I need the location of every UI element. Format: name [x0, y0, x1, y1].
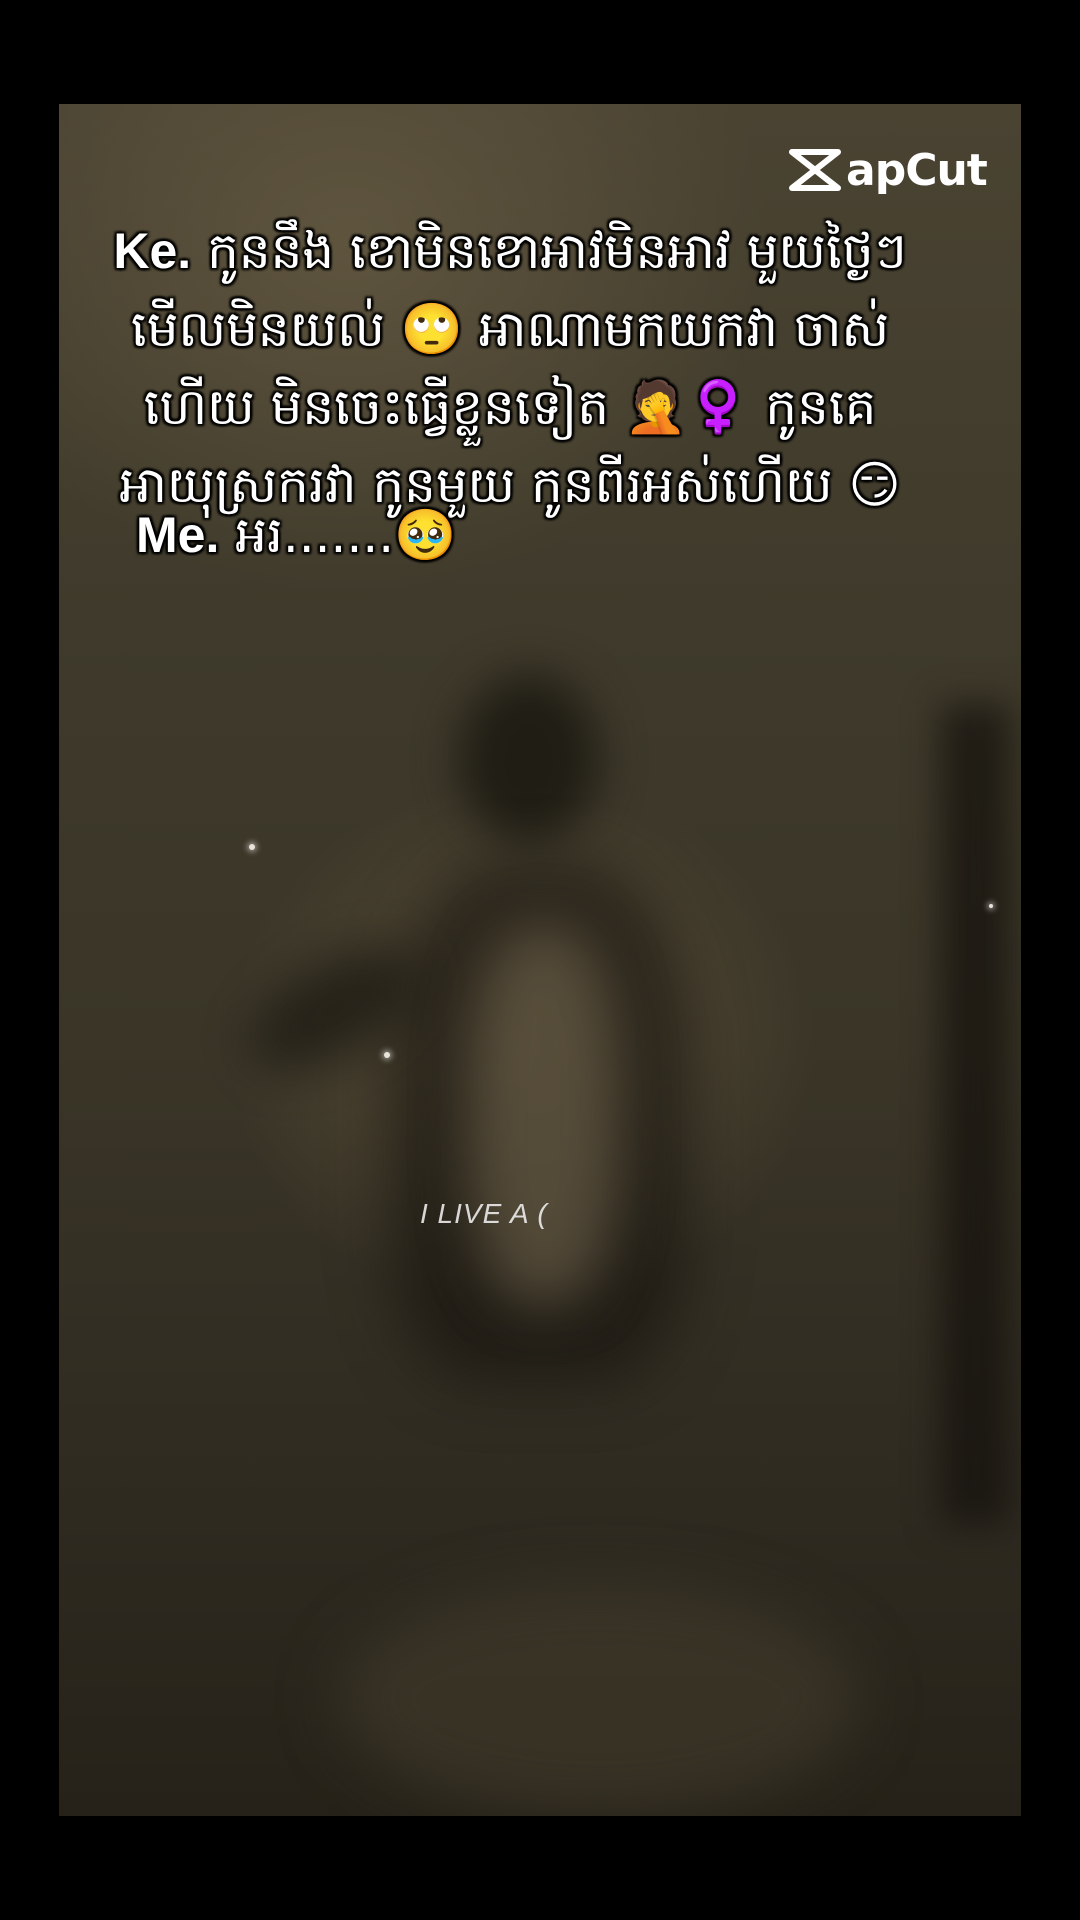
- dialogue-caption: Ke. កូននឹង ខោមិនខោអាវមិនអាវ មួយថ្ងៃៗ មើល…: [100, 212, 920, 524]
- capcut-watermark: apCut: [788, 142, 988, 198]
- blurred-floor-shape: [339, 1584, 859, 1814]
- reply-message: អរ.......🥹: [235, 506, 457, 564]
- caption-message: កូននឹង ខោមិនខោអាវមិនអាវ មួយថ្ងៃៗ មើលមិនយ…: [119, 222, 907, 514]
- capcut-logo-text: apCut: [846, 144, 988, 196]
- video-frame: apCut Ke. កូននឹង ខោមិនខោអាវមិនអាវ មួយថ្ង…: [0, 0, 1080, 1920]
- blurred-door-edge: [941, 704, 1011, 1524]
- blurred-figure-highlight: [469, 924, 619, 1304]
- sparkle-dot: [989, 904, 993, 908]
- sparkle-dot: [384, 1052, 390, 1058]
- blurred-figure-head: [459, 674, 599, 844]
- reply-speaker: Me.: [136, 507, 220, 563]
- sparkle-dot: [249, 844, 255, 850]
- caption-speaker: Ke.: [113, 223, 192, 279]
- overlay-lyric-text: I LIVE A (: [420, 1198, 548, 1229]
- capcut-logo-icon: [789, 149, 841, 191]
- reply-caption: Me. អរ.......🥹: [136, 500, 456, 570]
